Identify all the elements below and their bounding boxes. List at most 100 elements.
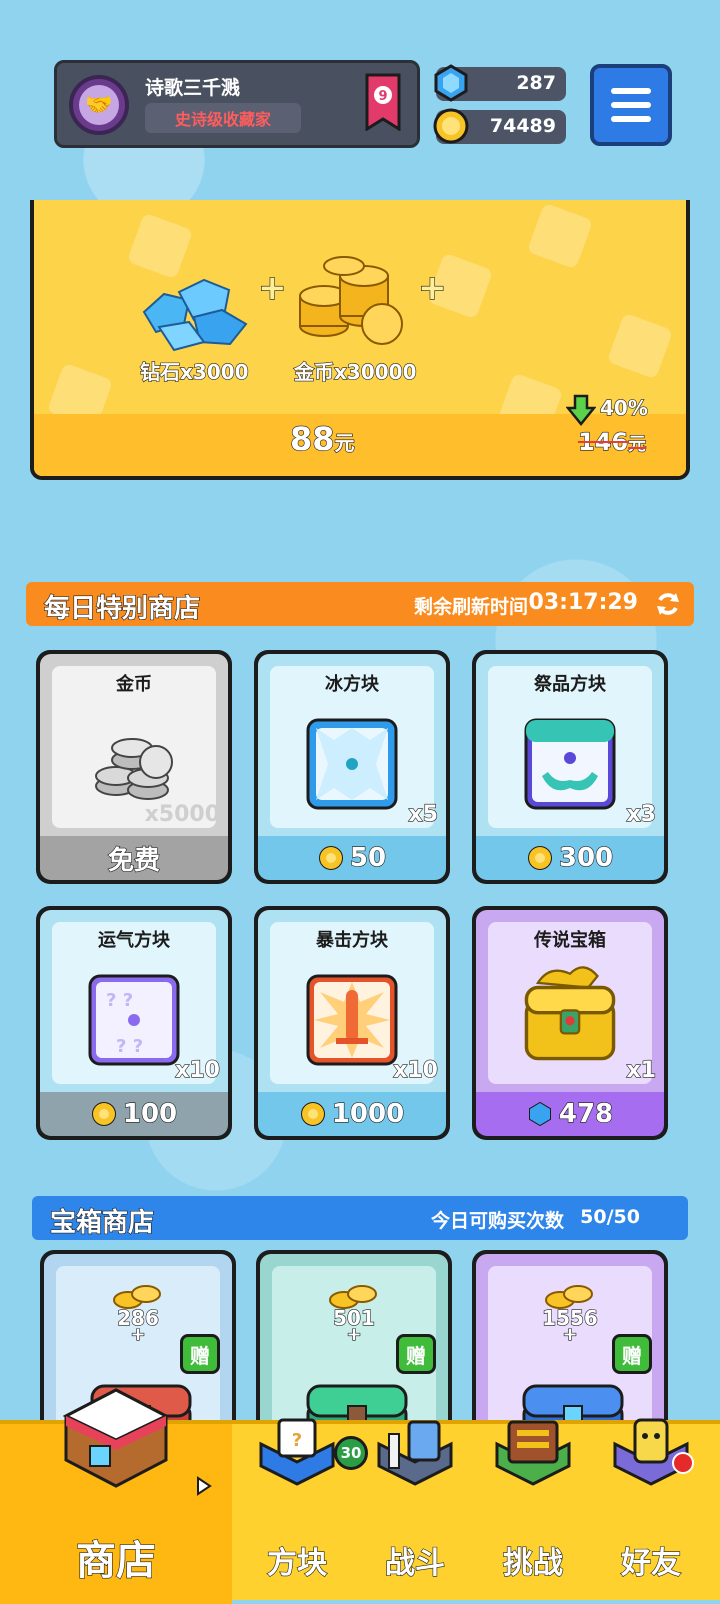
promo-price-original: 146元 [577,427,647,456]
play-arrow-icon [197,1476,212,1496]
item-qty: x10 [393,1057,439,1083]
nav-label-challenge: 挑战 [502,1545,563,1581]
daily-item-card-luck-block[interactable]: 运气方块 ? ? ? ? x10 100 [36,906,232,1140]
rank-level: 9 [378,89,387,104]
chest-shop-header: 宝箱商店 今日可购买次数 50/50 [32,1196,688,1240]
nav-tab-battle[interactable]: 战斗 [356,1420,474,1604]
promo-price-original-value: 146 [577,427,629,456]
item-price[interactable]: 1000 [258,1092,446,1136]
shop-icon [62,1388,170,1488]
svg-text:? ?: ? ? [116,1036,143,1057]
purchase-limit-value: 50/50 [580,1206,640,1228]
promo-price-unit: 元 [334,430,355,455]
discount-percent: 40% [599,395,648,420]
item-price[interactable]: 100 [40,1092,228,1136]
nav-tab-friends[interactable]: 好友 [592,1418,710,1604]
item-name: 祭品方块 [534,674,606,695]
daily-item-card-sacrifice-block[interactable]: 祭品方块 x3 300 [472,650,668,884]
handshake-icon: 🤝 [79,85,119,125]
item-qty: x10 [175,1057,221,1083]
svg-text:? ?: ? ? [106,990,133,1011]
coin-icon [527,846,552,870]
gem-count: 287 [516,72,556,94]
daily-item-card-ice-block[interactable]: 冰方块 x5 50 [254,650,450,884]
player-profile-panel[interactable]: 🤝 诗歌三千溅 史诗级收藏家 9 [54,60,420,148]
promo-price-original-unit: 元 [628,433,647,455]
refresh-icon[interactable] [654,590,682,618]
gem-counter[interactable]: 287 [434,64,566,102]
nav-label-shop: 商店 [75,1537,156,1584]
friends-notification-dot [672,1452,694,1474]
promo-item-coin-label: 金币x30000 [293,359,417,384]
gem-icon [434,64,468,102]
daily-shop-title: 每日特别商店 [43,593,201,624]
item-price[interactable]: 300 [476,836,664,880]
purchase-limit-label: 今日可购买次数 [430,1210,564,1232]
rank-ribbon-icon[interactable]: 9 [363,73,403,131]
item-name: 运气方块 [98,930,170,951]
item-price-label: 478 [558,1098,614,1129]
daily-shop-header: 每日特别商店 剩余刷新时间 03:17:29 [26,582,694,626]
item-price[interactable]: 50 [258,836,446,880]
gift-badge: 赠 [612,1334,652,1374]
promo-price-value: 88 [289,419,335,458]
gift-badge: 赠 [396,1334,436,1374]
menu-icon [611,88,651,94]
refresh-timer: 03:17:29 [528,590,638,615]
item-price-label: 1000 [331,1098,405,1129]
menu-button[interactable] [590,64,672,146]
coin-icon [318,846,343,870]
blocks-notification-badge: 30 [334,1436,368,1470]
item-price-label: 50 [349,842,387,873]
sacrifice-block-icon [524,718,616,810]
daily-item-card-coins[interactable]: 金币 x5000 免费 [36,650,232,884]
crit-block-icon [306,974,398,1066]
item-name: 冰方块 [325,674,379,695]
dragon-chest-icon [524,966,616,1061]
chest-shop-title: 宝箱商店 [49,1207,155,1238]
nav-tab-challenge[interactable]: 挑战 [474,1420,592,1604]
arrow-down-icon [566,394,596,426]
coin-icon [433,108,469,144]
coin-pile-icon [299,256,403,345]
nav-label-blocks: 方块 [266,1545,327,1581]
player-avatar[interactable]: 🤝 [69,75,129,135]
player-title-badge: 史诗级收藏家 [145,103,301,133]
coin-icon [91,1102,116,1126]
refresh-label: 剩余刷新时间 [413,596,528,618]
item-price-label: 100 [122,1098,178,1129]
coin-icon [300,1102,325,1126]
blocks-icon: ? [259,1418,335,1486]
coin-count: 74489 [489,115,556,137]
plus-sign-2: + [417,267,447,308]
item-price[interactable]: 478 [476,1092,664,1136]
coin-counter[interactable]: 74489 [433,108,566,144]
ice-block-icon [306,718,398,810]
promo-price-now[interactable]: 88元 [289,419,355,458]
plus-sign: + [257,267,287,308]
item-qty: x5000 [144,802,220,827]
item-name: 传说宝箱 [534,930,606,951]
gift-badge: 赠 [180,1334,220,1374]
battle-icon [377,1420,453,1486]
item-qty: x1 [626,1057,657,1083]
item-price[interactable]: 免费 [40,836,228,880]
item-name: 暴击方块 [316,930,388,951]
player-name: 诗歌三千溅 [145,77,241,99]
nav-tab-shop[interactable]: 商店 [0,1388,232,1604]
item-price-label: 300 [558,842,614,873]
item-qty: x3 [626,801,657,827]
daily-item-card-legendary-chest[interactable]: 传说宝箱 x1 478 [472,906,668,1140]
nav-label-battle: 战斗 [384,1545,445,1581]
diamond-pile-icon [142,278,248,352]
luck-block-icon: ? ? ? ? [88,974,180,1066]
gem-icon [528,1101,551,1127]
nav-label-friends: 好友 [620,1545,681,1581]
item-price-label: 免费 [107,845,160,876]
daily-item-card-crit-block[interactable]: 暴击方块 x10 1000 [254,906,450,1140]
item-qty: x5 [408,801,439,827]
challenge-icon [495,1420,571,1486]
item-name: 金币 [116,674,152,695]
silver-coins-icon [95,738,173,800]
promo-item-diamond-label: 钻石x3000 [139,359,249,384]
